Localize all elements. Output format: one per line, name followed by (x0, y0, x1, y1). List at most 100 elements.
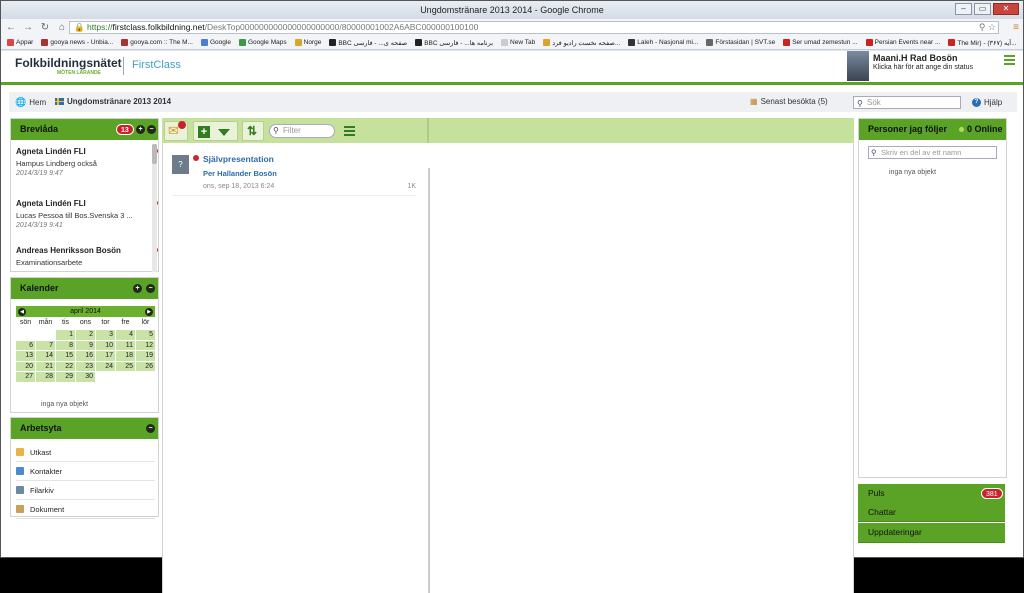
bookmark-item[interactable]: The Mir) - (۳۶۷) آیه... (948, 39, 1017, 47)
prev-month-icon[interactable]: ◀ (18, 307, 26, 316)
close-window-button[interactable]: ✕ (993, 3, 1019, 15)
bookmark-item[interactable]: BBC صفحه ی... - فارسی (329, 39, 407, 47)
calendar-day[interactable]: 19 (136, 351, 155, 361)
calendar-day[interactable]: 11 (116, 340, 135, 350)
chrome-menu-icon[interactable]: ≡ (1013, 22, 1019, 33)
bookmark-item[interactable]: gooya.com :: The M... (121, 39, 193, 46)
calendar-day[interactable]: 4 (116, 330, 135, 340)
bookmark-item[interactable]: New Tab (501, 39, 535, 46)
add-icon[interactable]: + (136, 125, 145, 134)
chats-tab[interactable]: Chattar (858, 503, 1005, 522)
maximize-button[interactable]: ▭ (974, 3, 991, 15)
bookmark-item[interactable]: gooya news - Unbia... (41, 39, 113, 46)
people-header[interactable]: Personer jag följer 0 Online (859, 119, 1006, 140)
filter-input[interactable]: ⚲ Filter (269, 124, 335, 138)
updates-tab[interactable]: Uppdateringar (858, 523, 1005, 543)
collapse-icon[interactable]: − (147, 125, 156, 134)
sort-button[interactable]: ⇅ (242, 121, 264, 141)
calendar-day[interactable]: 27 (16, 372, 35, 382)
calendar-day[interactable]: 16 (76, 351, 95, 361)
mailbox-button[interactable]: ✉ (164, 121, 188, 141)
bookmark-star-icon[interactable]: ⚲ ☆ (979, 22, 996, 33)
inbox-scrollbar[interactable] (152, 144, 157, 272)
calendar-day[interactable]: 2 (76, 330, 95, 340)
pulse-tab[interactable]: Puls 381 (858, 484, 1005, 504)
document-author[interactable]: Per Hallander Bosön (203, 169, 277, 178)
calendar-day[interactable]: 6 (16, 340, 35, 350)
list-item[interactable]: Andreas Henriksson Bosön Examinationsarbe… (16, 246, 158, 269)
bookmark-item[interactable]: Norge (294, 39, 321, 46)
forward-icon[interactable]: → (21, 22, 35, 33)
user-name[interactable]: Maani.H Rad Bosön (873, 53, 958, 63)
breadcrumb-current[interactable]: Ungdomstränare 2013 2014 (55, 97, 171, 106)
main-menu-icon[interactable] (1004, 55, 1015, 67)
home-icon[interactable]: ⌂ (55, 22, 69, 33)
calendar-day[interactable]: 7 (36, 340, 55, 350)
pane-divider[interactable] (428, 168, 430, 593)
inbox-scroll-thumb[interactable] (152, 144, 157, 164)
bookmark-item[interactable]: Appar (7, 39, 33, 46)
calendar-day[interactable]: 1 (56, 330, 75, 340)
address-bar[interactable]: 🔒 https://firstclass.folkbildning.net/De… (69, 21, 999, 34)
calendar-day[interactable]: 8 (56, 340, 75, 350)
recently-visited[interactable]: ▦ Senast besökta (5) (750, 97, 828, 106)
bookmark-item[interactable]: Google (200, 39, 231, 46)
workspace-header[interactable]: Arbetsyta − (11, 418, 158, 439)
bookmark-item[interactable]: Laleh - Nasjonal mi... (628, 39, 698, 46)
collapse-icon[interactable]: − (146, 424, 155, 433)
new-item-button[interactable]: + (193, 121, 238, 141)
calendar-header[interactable]: Kalender + − (11, 278, 158, 299)
calendar-day[interactable]: 29 (56, 372, 75, 382)
calendar-day[interactable]: 12 (136, 340, 155, 350)
avatar[interactable] (847, 51, 869, 81)
calendar-day[interactable]: 5 (136, 330, 155, 340)
user-profile[interactable]: Maani.H Rad Bosön Klicka här för att ang… (847, 51, 1007, 81)
calendar-day[interactable]: 22 (56, 361, 75, 371)
list-menu-icon[interactable] (344, 126, 355, 138)
help-link[interactable]: ? Hjälp (972, 98, 1002, 107)
calendar-day[interactable]: 21 (36, 361, 55, 371)
calendar-day[interactable]: 15 (56, 351, 75, 361)
calendar-day[interactable]: 28 (36, 372, 55, 382)
dropdown-arrow-icon[interactable] (218, 129, 230, 136)
next-month-icon[interactable]: ▶ (145, 307, 153, 316)
bookmark-item[interactable]: Förstasidan | SVT.se (706, 39, 775, 46)
calendar-day[interactable]: 13 (16, 351, 35, 361)
bookmark-item[interactable]: BBC برنامه ها... - فارسی (415, 39, 493, 47)
calendar-day[interactable]: 17 (96, 351, 115, 361)
search-input[interactable]: ⚲ Sök (853, 96, 961, 109)
bookmark-item[interactable]: صفحه نخست رادیو فرد... (543, 39, 620, 47)
bookmark-item[interactable]: Ser umad zemestun ... (783, 39, 858, 46)
document-title[interactable]: Självpresentation (203, 154, 274, 164)
workspace-item[interactable]: Utkast (16, 443, 155, 462)
reload-icon[interactable]: ↻ (38, 22, 52, 33)
workspace-item[interactable]: Filarkiv (16, 481, 155, 500)
calendar-day[interactable]: 18 (116, 351, 135, 361)
calendar-day[interactable]: 10 (96, 340, 115, 350)
calendar-day[interactable]: 24 (96, 361, 115, 371)
people-search-input[interactable]: ⚲ Skriv en del av ett namn (868, 146, 997, 159)
calendar-day[interactable]: 3 (96, 330, 115, 340)
workspace-item[interactable]: Kontakter (16, 462, 155, 481)
bookmark-item[interactable]: Google Maps (238, 39, 287, 46)
minimize-button[interactable]: – (955, 3, 972, 15)
folkbildning-logo[interactable]: Folkbildningsnätet MÖTEN LÄRANDE (15, 56, 122, 76)
calendar-day[interactable]: 25 (116, 361, 135, 371)
inbox-header[interactable]: Brevlåda 13 + − (11, 119, 158, 140)
calendar-day[interactable]: 9 (76, 340, 95, 350)
document-row[interactable]: ? Självpresentation Per Hallander Bosön ons… (172, 151, 416, 196)
user-status[interactable]: Klicka här för att ange din status (873, 64, 973, 71)
breadcrumb-home[interactable]: 🌐 Hem (15, 97, 46, 108)
collapse-icon[interactable]: − (146, 284, 155, 293)
list-item[interactable]: Agneta Lindén FLI Hampus Lindberg också 20… (16, 147, 158, 177)
list-item[interactable]: Agneta Lindén FLI Lucas Pessoa till Bos.S… (16, 199, 158, 229)
calendar-day[interactable]: 30 (76, 372, 95, 382)
calendar-day[interactable]: 14 (36, 351, 55, 361)
workspace-item[interactable]: Dokument (16, 500, 155, 519)
back-icon[interactable]: ← (4, 22, 18, 33)
bookmark-item[interactable]: Persian Events near ... (865, 39, 940, 46)
add-event-icon[interactable]: + (133, 284, 142, 293)
calendar-day[interactable]: 26 (136, 361, 155, 371)
calendar-day[interactable]: 20 (16, 361, 35, 371)
calendar-day[interactable]: 23 (76, 361, 95, 371)
